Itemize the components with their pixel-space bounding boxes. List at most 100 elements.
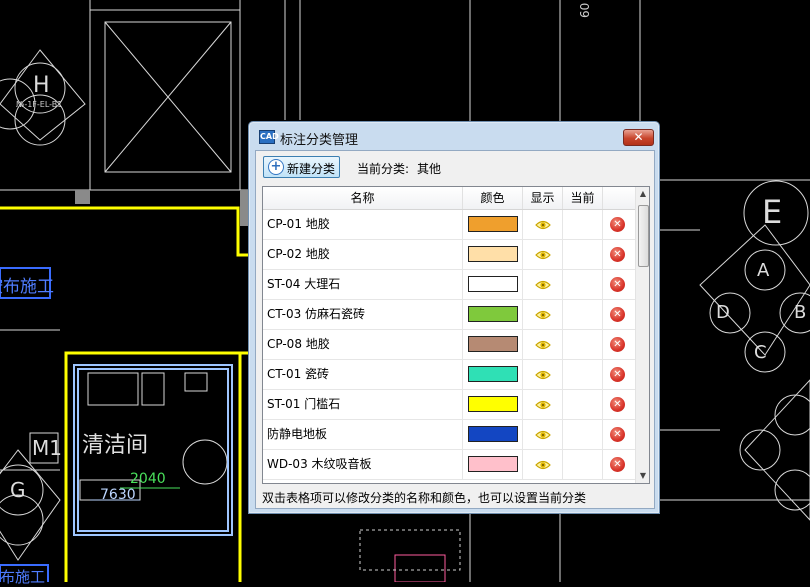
grid-bubble-e-label: E [762,193,783,231]
delete-icon[interactable]: ✕ [610,397,625,412]
grid-bubble-a-label: A [757,260,770,281]
grid-bubble-b-label: B [794,302,807,323]
table-row[interactable]: WD-03 木纹吸音板 ✕ [263,450,635,480]
eye-icon[interactable] [535,339,551,351]
table-row[interactable]: CP-02 地胶 ✕ [263,240,635,270]
category-name-cell[interactable]: 防静电地板 [263,420,463,449]
color-swatch[interactable] [468,456,518,472]
delete-cell: ✕ [603,450,635,479]
category-color-cell[interactable] [463,300,523,329]
delete-icon[interactable]: ✕ [610,307,625,322]
delete-icon[interactable]: ✕ [610,277,625,292]
delete-icon[interactable]: ✕ [610,367,625,382]
new-category-button[interactable]: + 新建分类 [263,156,340,178]
category-name-cell[interactable]: CT-03 仿麻石瓷砖 [263,300,463,329]
scroll-up-arrow-icon[interactable]: ▲ [636,187,649,201]
room-name-label: 清洁间 [82,433,149,458]
eye-icon[interactable] [535,219,551,231]
door-tag-m1-label: M1 [32,436,62,460]
color-swatch[interactable] [468,396,518,412]
visibility-cell[interactable] [523,240,563,269]
color-swatch[interactable] [468,246,518,262]
dimension-2040-label: 2040 [130,471,166,487]
current-flag-cell[interactable] [563,210,603,239]
table-row[interactable]: ST-01 门槛石 ✕ [263,390,635,420]
current-flag-cell[interactable] [563,330,603,359]
eye-icon[interactable] [535,399,551,411]
scrollbar-thumb[interactable] [638,205,649,267]
visibility-cell[interactable] [523,330,563,359]
delete-cell: ✕ [603,360,635,389]
eye-icon[interactable] [535,369,551,381]
visibility-cell[interactable] [523,300,563,329]
delete-icon[interactable]: ✕ [610,247,625,262]
category-color-cell[interactable] [463,390,523,419]
category-name-cell[interactable]: CP-02 地胶 [263,240,463,269]
delete-icon[interactable]: ✕ [610,427,625,442]
category-table[interactable]: 名称 颜色 显示 当前 CP-01 地胶 ✕ CP-02 地胶 ✕ ST-04 大理石 ✕… [262,186,650,484]
grid-bubble-h-label: H [33,73,50,98]
category-name-cell[interactable]: CP-08 地胶 [263,330,463,359]
eye-icon[interactable] [535,459,551,471]
color-swatch[interactable] [468,216,518,232]
table-row[interactable]: CP-08 地胶 ✕ [263,330,635,360]
delete-cell: ✕ [603,210,635,239]
category-name-cell[interactable]: WD-03 木纹吸音板 [263,450,463,479]
visibility-cell[interactable] [523,210,563,239]
category-color-cell[interactable] [463,330,523,359]
visibility-cell[interactable] [523,390,563,419]
table-row[interactable]: ST-04 大理石 ✕ [263,270,635,300]
category-color-cell[interactable] [463,270,523,299]
category-color-cell[interactable] [463,240,523,269]
delete-cell: ✕ [603,270,635,299]
table-row[interactable]: CP-01 地胶 ✕ [263,210,635,240]
table-row[interactable]: 防静电地板 ✕ [263,420,635,450]
grid-tag-small-label: №-1F-EL-B1 [16,100,63,109]
category-color-cell[interactable] [463,450,523,479]
eye-icon[interactable] [535,429,551,441]
color-swatch[interactable] [468,306,518,322]
eye-icon[interactable] [535,279,551,291]
grid-bubble-d-label: D [716,302,730,323]
category-name-cell[interactable]: CP-01 地胶 [263,210,463,239]
category-name-cell[interactable]: ST-04 大理石 [263,270,463,299]
color-swatch[interactable] [468,276,518,292]
current-flag-cell[interactable] [563,300,603,329]
column-header-show[interactable]: 显示 [523,187,563,209]
delete-icon[interactable]: ✕ [610,457,625,472]
current-flag-cell[interactable] [563,270,603,299]
column-header-name[interactable]: 名称 [263,187,463,209]
dialog-titlebar[interactable]: CAD 标注分类管理 ✕ [249,122,659,150]
column-header-current[interactable]: 当前 [563,187,603,209]
category-color-cell[interactable] [463,210,523,239]
delete-cell: ✕ [603,240,635,269]
table-row[interactable]: CT-01 瓷砖 ✕ [263,360,635,390]
visibility-cell[interactable] [523,360,563,389]
current-flag-cell[interactable] [563,240,603,269]
visibility-cell[interactable] [523,270,563,299]
vertical-scrollbar[interactable]: ▲ ▼ [635,187,649,483]
delete-icon[interactable]: ✕ [610,217,625,232]
category-color-cell[interactable] [463,360,523,389]
eye-icon[interactable] [535,309,551,321]
column-header-color[interactable]: 颜色 [463,187,523,209]
color-swatch[interactable] [468,366,518,382]
visibility-cell[interactable] [523,450,563,479]
delete-icon[interactable]: ✕ [610,337,625,352]
color-swatch[interactable] [468,426,518,442]
category-color-cell[interactable] [463,420,523,449]
current-flag-cell[interactable] [563,450,603,479]
color-swatch[interactable] [468,336,518,352]
eye-icon[interactable] [535,249,551,261]
category-name-cell[interactable]: ST-01 门槛石 [263,390,463,419]
current-flag-cell[interactable] [563,390,603,419]
table-row[interactable]: CT-03 仿麻石瓷砖 ✕ [263,300,635,330]
close-button[interactable]: ✕ [623,129,654,146]
plus-icon: + [268,159,284,175]
current-flag-cell[interactable] [563,360,603,389]
category-name-cell[interactable]: CT-01 瓷砖 [263,360,463,389]
current-flag-cell[interactable] [563,420,603,449]
visibility-cell[interactable] [523,420,563,449]
scroll-down-arrow-icon[interactable]: ▼ [636,469,649,483]
grid-bubble-c-label: C [754,342,767,363]
